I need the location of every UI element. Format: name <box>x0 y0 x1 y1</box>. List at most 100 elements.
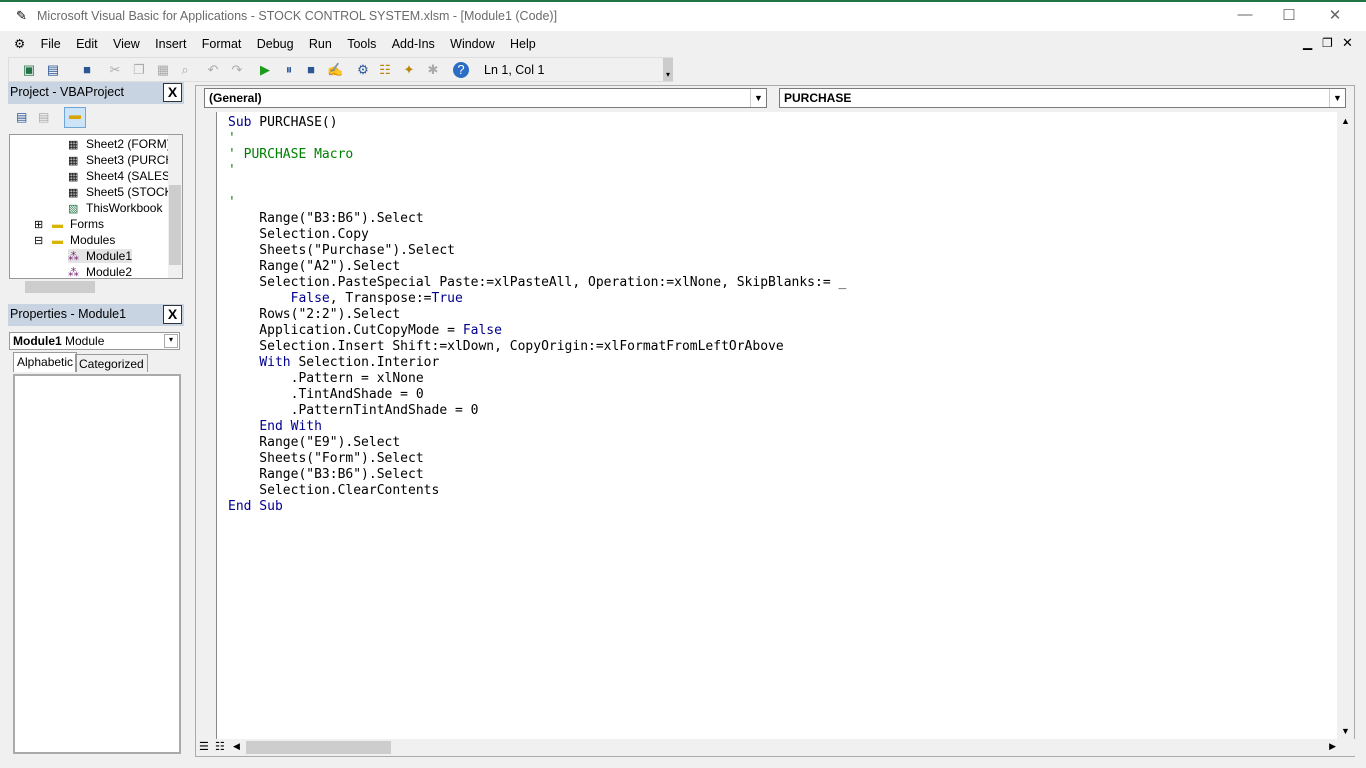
mdi-restore-icon[interactable]: ❐ <box>1322 36 1333 50</box>
copy-icon[interactable]: ❐ <box>131 62 147 78</box>
save-icon[interactable]: ■ <box>79 62 95 78</box>
scroll-thumb[interactable] <box>25 281 95 293</box>
tree-horizontal-scrollbar[interactable] <box>9 280 183 294</box>
excel-view-icon[interactable]: ▣ <box>21 62 37 78</box>
scroll-left-icon[interactable]: ◀ <box>233 741 240 752</box>
code-line[interactable]: ' <box>228 131 846 147</box>
project-explorer-icon[interactable]: ⚙ <box>355 62 371 78</box>
properties-window-icon[interactable]: ☷ <box>377 62 393 78</box>
run-icon[interactable]: ▶ <box>257 62 273 78</box>
code-line[interactable]: Range("E9").Select <box>228 435 846 451</box>
tree-item-sheet3[interactable]: ▦ Sheet3 (PURCHA <box>68 153 182 167</box>
undo-icon[interactable]: ↶ <box>205 62 221 78</box>
code-line[interactable]: ' <box>228 163 846 179</box>
insert-userform-icon[interactable]: ▤ <box>45 62 61 78</box>
object-combo[interactable]: (General) ▼ <box>204 88 767 108</box>
tree-item-sheet5[interactable]: ▦ Sheet5 (STOCK) <box>68 185 176 199</box>
tree-item-sheet4[interactable]: ▦ Sheet4 (SALES) <box>68 169 174 183</box>
tab-categorized[interactable]: Categorized <box>75 354 148 372</box>
menu-window[interactable]: Window <box>444 33 500 55</box>
code-line[interactable]: Range("B3:B6").Select <box>228 211 846 227</box>
code-line[interactable]: Application.CutCopyMode = False <box>228 323 846 339</box>
procedure-combo[interactable]: PURCHASE ▼ <box>779 88 1346 108</box>
toolbar-options-icon[interactable]: ▾ <box>663 58 673 81</box>
code-vertical-scrollbar[interactable]: ▲ ▼ <box>1337 112 1354 740</box>
paste-icon[interactable]: ▦ <box>155 62 171 78</box>
close-properties-button[interactable]: X <box>163 305 182 324</box>
menu-file[interactable]: File <box>35 33 67 55</box>
scroll-right-icon[interactable]: ▶ <box>1329 741 1336 752</box>
code-horizontal-scrollbar[interactable]: ☰ ☷ ◀ ▶ <box>196 739 1356 756</box>
object-selector[interactable]: Module1 Module ▾ <box>9 332 180 350</box>
code-line[interactable]: Range("B3:B6").Select <box>228 467 846 483</box>
object-browser-icon[interactable]: ✦ <box>401 62 417 78</box>
tree-item-module2[interactable]: ⁂ Module2 <box>68 265 132 278</box>
code-line[interactable]: End With <box>228 419 846 435</box>
find-icon[interactable]: ⌕ <box>177 62 193 78</box>
reset-icon[interactable]: ■ <box>303 62 319 78</box>
menu-run[interactable]: Run <box>303 33 338 55</box>
tree-item-forms[interactable]: ⊞ ▬ Forms <box>34 217 104 231</box>
expand-icon[interactable]: ⊞ <box>34 218 48 231</box>
code-line[interactable]: ' PURCHASE Macro <box>228 147 846 163</box>
code-line[interactable]: False, Transpose:=True <box>228 291 846 307</box>
code-line[interactable]: Selection.Copy <box>228 227 846 243</box>
help-icon[interactable]: ? <box>453 62 469 78</box>
code-line[interactable]: .Pattern = xlNone <box>228 371 846 387</box>
toolbox-icon[interactable]: ✱ <box>425 62 441 78</box>
scroll-down-icon[interactable]: ▼ <box>1341 726 1350 736</box>
code-line[interactable]: Selection.ClearContents <box>228 483 846 499</box>
code-line[interactable]: Sheets("Purchase").Select <box>228 243 846 259</box>
tree-vertical-scrollbar[interactable] <box>168 135 182 278</box>
code-line[interactable]: End Sub <box>228 499 846 515</box>
scroll-thumb[interactable] <box>246 741 391 754</box>
menu-insert[interactable]: Insert <box>149 33 192 55</box>
tree-item-module1[interactable]: ⁂ Module1 <box>68 249 133 263</box>
code-line[interactable]: Selection.Insert Shift:=xlDown, CopyOrig… <box>228 339 846 355</box>
mdi-minimize-icon[interactable]: ▁ <box>1303 36 1312 50</box>
chevron-down-icon[interactable]: ▼ <box>1329 89 1345 107</box>
maximize-button[interactable]: ☐ <box>1266 6 1312 28</box>
chevron-down-icon[interactable]: ▼ <box>750 89 766 107</box>
menu-edit[interactable]: Edit <box>70 33 104 55</box>
menu-tools[interactable]: Tools <box>341 33 382 55</box>
collapse-icon[interactable]: ⊟ <box>34 234 48 247</box>
chevron-down-icon[interactable]: ▾ <box>164 334 178 348</box>
menu-format[interactable]: Format <box>196 33 248 55</box>
toggle-folders-icon[interactable]: ▬ <box>64 107 86 128</box>
code-line[interactable]: ' <box>228 195 846 211</box>
menu-view[interactable]: View <box>107 33 146 55</box>
code-line[interactable]: With Selection.Interior <box>228 355 846 371</box>
close-project-explorer-button[interactable]: X <box>163 83 182 102</box>
redo-icon[interactable]: ↷ <box>229 62 245 78</box>
menu-help[interactable]: Help <box>504 33 542 55</box>
mdi-close-icon[interactable]: ✕ <box>1342 35 1353 51</box>
code-line[interactable]: Sheets("Form").Select <box>228 451 846 467</box>
full-module-view-icon[interactable]: ☷ <box>215 740 225 753</box>
minimize-button[interactable]: — <box>1222 6 1268 28</box>
design-mode-icon[interactable]: ✍ <box>327 62 343 78</box>
tree-item-sheet2[interactable]: ▦ Sheet2 (FORM) <box>68 137 171 151</box>
code-lines[interactable]: Sub PURCHASE() ' ' PURCHASE Macro ' ' Range(… <box>228 115 846 515</box>
view-object-icon[interactable]: ▤ <box>38 110 49 124</box>
tab-alphabetic[interactable]: Alphabetic <box>13 352 78 372</box>
code-line[interactable]: .PatternTintAndShade = 0 <box>228 403 846 419</box>
tree-item-modules[interactable]: ⊟ ▬ Modules <box>34 233 115 247</box>
menu-debug[interactable]: Debug <box>251 33 300 55</box>
view-code-icon[interactable]: ▤ <box>16 110 27 124</box>
tree-item-thisworkbook[interactable]: ▧ ThisWorkbook <box>68 201 162 215</box>
menu-add-ins[interactable]: Add-Ins <box>386 33 441 55</box>
code-line[interactable]: Rows("2:2").Select <box>228 307 846 323</box>
code-line[interactable]: Sub PURCHASE() <box>228 115 846 131</box>
code-editor[interactable]: Sub PURCHASE() ' ' PURCHASE Macro ' ' Range(… <box>196 112 1339 740</box>
code-line[interactable] <box>228 179 846 195</box>
scroll-up-icon[interactable]: ▲ <box>1341 116 1350 126</box>
cut-icon[interactable]: ✂ <box>107 62 123 78</box>
close-button[interactable]: ✕ <box>1312 6 1358 28</box>
procedure-view-icon[interactable]: ☰ <box>199 740 209 753</box>
code-line[interactable]: Range("A2").Select <box>228 259 846 275</box>
break-icon[interactable]: ⏸ <box>281 62 297 78</box>
code-line[interactable]: Selection.PasteSpecial Paste:=xlPasteAll… <box>228 275 846 291</box>
code-line[interactable]: .TintAndShade = 0 <box>228 387 846 403</box>
excel-menu-icon[interactable]: ⚙ <box>8 32 31 55</box>
